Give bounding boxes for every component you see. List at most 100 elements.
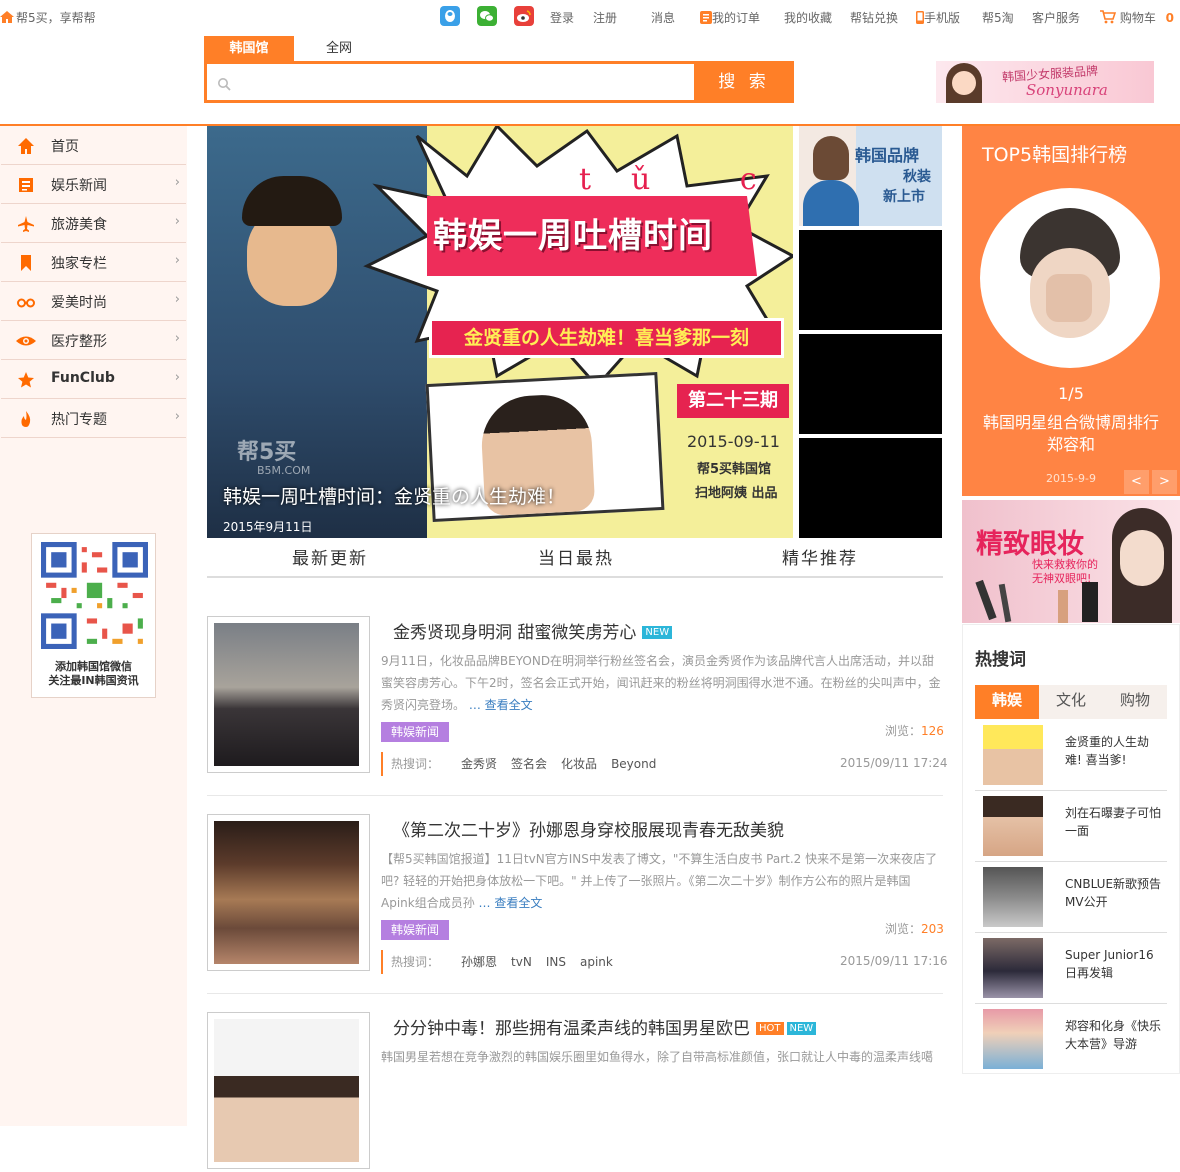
sidebar-item-label: 爱美时尚 <box>51 295 107 311</box>
cart-count: 0 <box>1165 11 1175 25</box>
read-more-link[interactable]: … 查看全文 <box>479 896 543 910</box>
main-banner[interactable]: tǔ cáo 韩娱一周吐槽时间 金贤重の人生劫难！喜当爹那一刻 第二十三期 20… <box>207 126 793 538</box>
taobao-link[interactable]: 帮5淘 <box>982 9 1014 26</box>
tags-label: 热搜词： <box>391 757 440 771</box>
tag-link[interactable]: apink <box>580 955 613 969</box>
messages-link[interactable]: 消息 <box>651 9 675 26</box>
welcome-text: 帮5买，享帮帮 <box>16 11 96 25</box>
sidebar-item-fashion[interactable]: 爱美时尚 › <box>1 282 186 321</box>
side-ad-brand[interactable]: 韩国品牌 秋装 新上市 <box>799 126 942 226</box>
hot-item[interactable]: 刘在石曝妻子可怕一面 <box>975 792 1167 862</box>
register-link[interactable]: 注册 <box>593 9 617 26</box>
plane-icon <box>18 216 34 232</box>
customer-service-link[interactable]: 客户服务 <box>1032 9 1080 26</box>
hot-badge: HOT <box>756 1022 784 1035</box>
chevron-right-icon: › <box>174 253 180 268</box>
makeup-ad-title: 精致眼妆 <box>976 529 1084 560</box>
fire-icon <box>21 411 31 427</box>
hot-search-panel: 热搜词 韩娱 文化 购物 金贤重的人生劫难! 喜当爹! 刘在石曝妻子可怕一面 C… <box>962 624 1180 1074</box>
tag-link[interactable]: 孙娜恩 <box>461 955 497 969</box>
tag-link[interactable]: INS <box>546 955 566 969</box>
read-more-link[interactable]: … 查看全文 <box>469 698 533 712</box>
hot-tab-entertainment[interactable]: 韩娱 <box>975 685 1039 719</box>
view-count: 浏览：126 <box>885 722 944 739</box>
tag-link[interactable]: Beyond <box>611 757 656 771</box>
hot-tab-culture[interactable]: 文化 <box>1039 685 1103 719</box>
my-favorites-link[interactable]: 我的收藏 <box>784 9 832 26</box>
sidebar-item-news[interactable]: 娱乐新闻 › <box>1 165 186 204</box>
welcome-link[interactable]: 帮5买，享帮帮 <box>0 9 96 26</box>
article-date: 2015/09/11 17:24 <box>840 756 948 770</box>
views-value: 126 <box>921 724 944 738</box>
cart-link[interactable]: 购物车 0 <box>1100 9 1174 26</box>
search-tab-korea[interactable]: 韩国馆 <box>204 36 294 61</box>
hot-item[interactable]: 金贤重的人生劫难! 喜当爹! <box>975 721 1167 791</box>
banner-thumb-4[interactable] <box>799 438 942 538</box>
article-thumbnail[interactable] <box>207 616 370 773</box>
top-ad-banner[interactable]: 韩国少女服装品牌 Sonyunara <box>936 61 1154 103</box>
hot-item[interactable]: Super Junior16日再发辑 <box>975 934 1167 1004</box>
sidebar-item-medical[interactable]: 医疗整形 › <box>1 321 186 360</box>
side-ad-line2: 秋装 <box>903 169 931 185</box>
ranking-photo[interactable] <box>980 188 1160 368</box>
view-count: 浏览：203 <box>885 920 944 937</box>
category-tag[interactable]: 韩娱新闻 <box>381 920 450 940</box>
login-link[interactable]: 登录 <box>550 9 574 26</box>
ranking-name[interactable]: 韩国明星组合微博周排行郑容和 <box>962 412 1180 456</box>
banner-pinyin: tǔ cáo <box>579 162 793 197</box>
search-tab-all[interactable]: 全网 <box>294 36 384 61</box>
ranking-next-button[interactable]: > <box>1152 470 1177 494</box>
sidebar-item-travel[interactable]: 旅游美食 › <box>1 204 186 243</box>
category-tag[interactable]: 韩娱新闻 <box>381 722 450 742</box>
article-thumbnail[interactable] <box>207 1012 370 1169</box>
wechat-icon[interactable] <box>477 6 497 26</box>
qr-caption: 添加韩国馆微信 关注最IN韩国资讯 <box>48 660 139 687</box>
banner-thumb-3[interactable] <box>799 334 942 434</box>
ranking-prev-button[interactable]: < <box>1124 470 1149 494</box>
search-text-field[interactable] <box>235 70 685 94</box>
hot-tab-shopping[interactable]: 购物 <box>1103 685 1167 719</box>
tag-link[interactable]: 签名会 <box>511 757 547 771</box>
article-title-text: 分分钟中毒！那些拥有温柔声线的韩国男星欧巴 <box>393 1019 750 1039</box>
article-title[interactable]: 《第二次二十岁》孙娜恩身穿校服展现青春无敌美貌 <box>393 816 784 841</box>
hot-tags: 热搜词： 孙娜恩 tvN INS apink <box>381 950 613 974</box>
banner-watermark: 帮5买 <box>237 440 297 465</box>
article-thumbnail[interactable] <box>207 814 370 971</box>
sidebar-item-home[interactable]: 首页 <box>1 126 186 165</box>
sidebar-item-funclub[interactable]: FunClub › <box>1 360 186 399</box>
article-desc-text: 9月11日，化妆品品牌BEYOND在明洞举行粉丝签名会，演员金秀贤作为该品牌代言… <box>381 654 941 712</box>
article-title[interactable]: 金秀贤现身明洞 甜蜜微笑虏芳心 NEW <box>393 618 673 643</box>
bookmark-icon <box>21 255 31 271</box>
home-icon <box>18 138 34 154</box>
chevron-right-icon: › <box>174 370 180 385</box>
tag-link[interactable]: 金秀贤 <box>461 757 497 771</box>
my-orders-link[interactable]: 我的订单 <box>700 9 760 26</box>
hot-item[interactable]: CNBLUE新歌预告MV公开 <box>975 863 1167 933</box>
hot-item[interactable]: 郑容和化身《快乐大本营》导游 <box>975 1005 1167 1075</box>
banner-thumb-2[interactable] <box>799 230 942 330</box>
qq-icon[interactable] <box>440 6 460 26</box>
star-icon <box>18 372 34 388</box>
mobile-link[interactable]: 手机版 <box>916 9 960 26</box>
top-ad-brand: Sonyunara <box>1026 81 1108 99</box>
article-divider <box>207 993 943 994</box>
hot-item-thumb <box>983 938 1043 998</box>
article-title[interactable]: 分分钟中毒！那些拥有温柔声线的韩国男星欧巴 HOT NEW <box>393 1014 817 1039</box>
points-exchange-link[interactable]: 帮钻兑换 <box>850 9 898 26</box>
search-button[interactable]: 搜 索 <box>694 61 794 103</box>
tag-link[interactable]: 化妆品 <box>561 757 597 771</box>
makeup-ad-banner[interactable]: 精致眼妆 快来救救你的无神双眼吧! <box>962 500 1180 623</box>
cart-icon <box>1100 10 1117 24</box>
sidebar-item-topics[interactable]: 热门专题 › <box>1 399 186 438</box>
sidebar-item-label: 首页 <box>51 139 79 155</box>
sidebar-item-column[interactable]: 独家专栏 › <box>1 243 186 282</box>
hot-tags: 热搜词： 金秀贤 签名会 化妆品 Beyond <box>381 752 656 776</box>
weibo-icon[interactable] <box>514 6 534 26</box>
views-value: 203 <box>921 922 944 936</box>
sidebar-item-label: 娱乐新闻 <box>51 178 107 194</box>
sidebar-item-label: 热门专题 <box>51 412 107 428</box>
tag-link[interactable]: tvN <box>511 955 532 969</box>
tab-hottest[interactable]: 当日最热 <box>538 544 614 569</box>
tab-latest[interactable]: 最新更新 <box>292 544 368 569</box>
tab-featured[interactable]: 精华推荐 <box>782 544 858 569</box>
